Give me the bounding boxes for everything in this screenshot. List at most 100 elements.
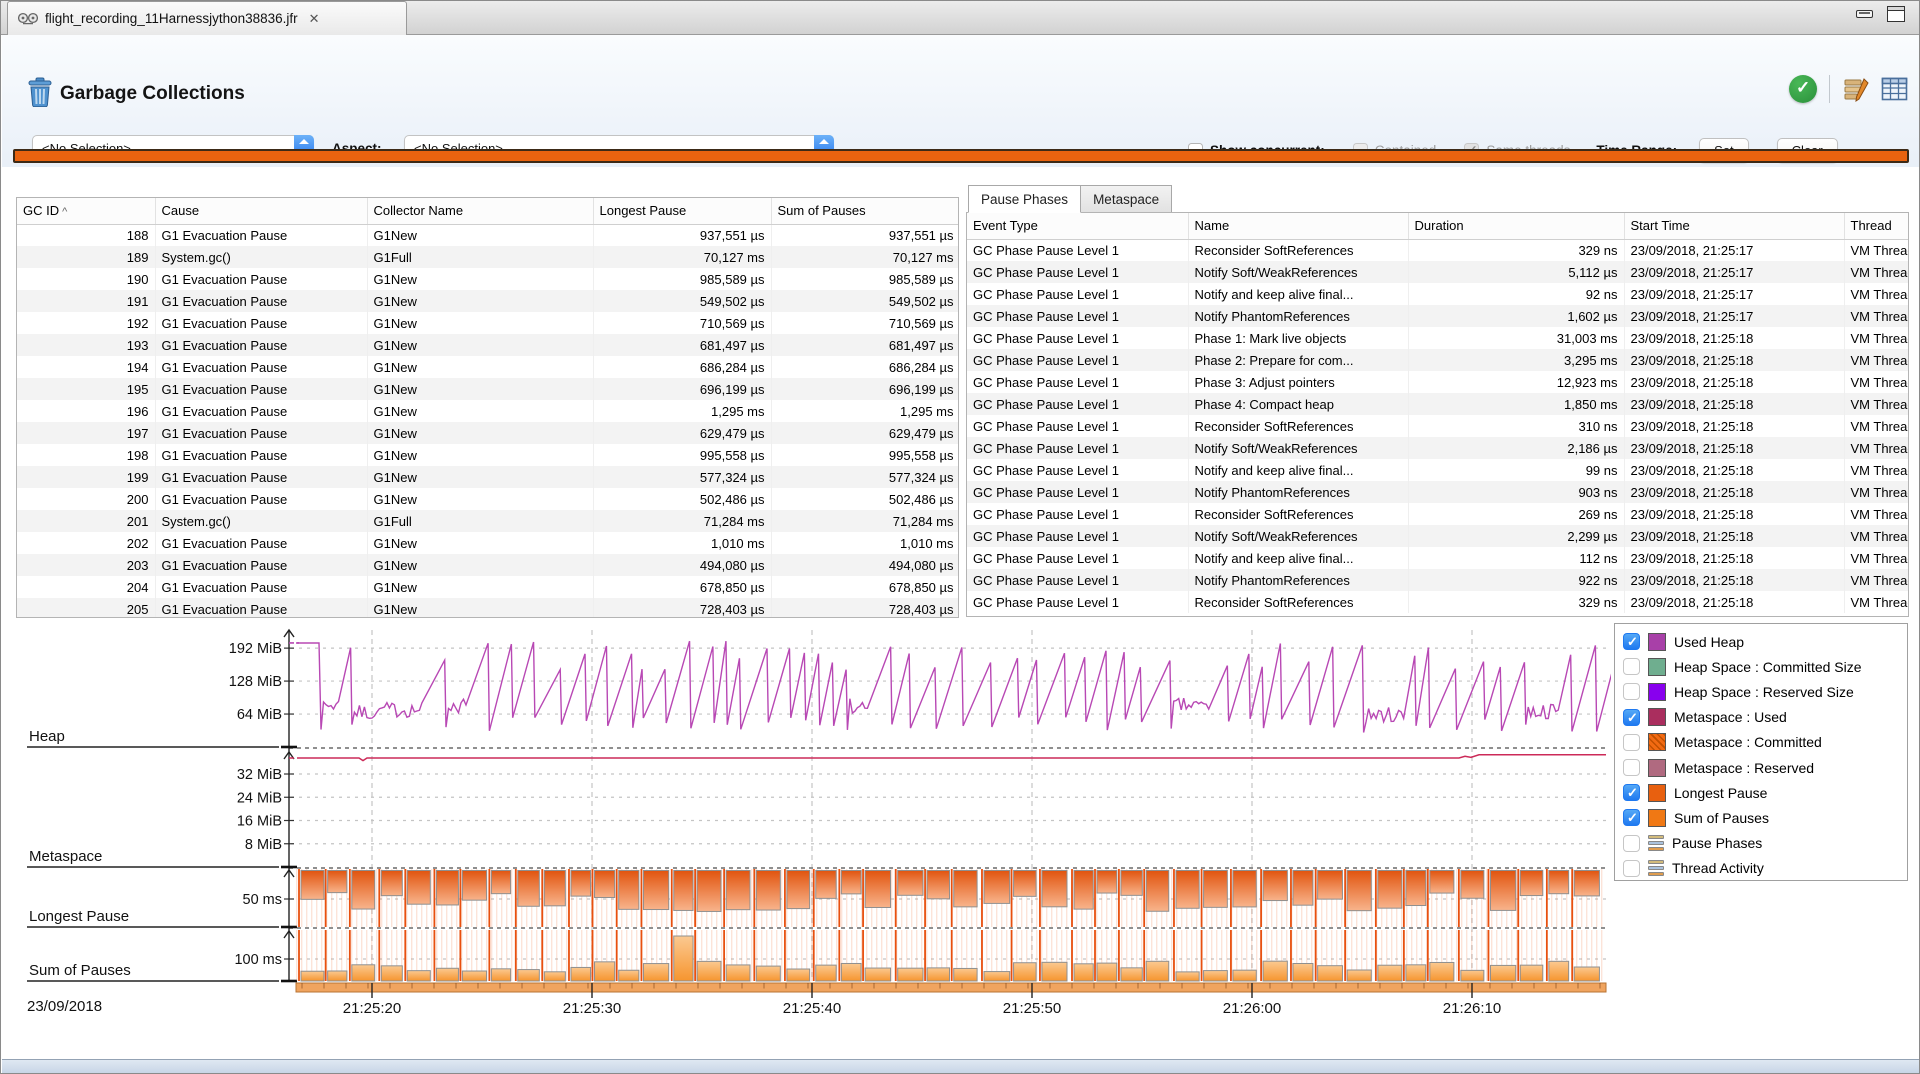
cell: VM Thread [1844,547,1909,569]
unchecked-checkbox[interactable] [1623,683,1640,700]
table-settings-icon[interactable] [1881,77,1908,101]
table-row[interactable]: 197G1 Evacuation PauseG1New629,479 µs629… [17,422,959,444]
gc-timeline-chart[interactable]: 192 MiB128 MiB64 MiB32 MiB24 MiB16 MiB8 … [1,616,1611,1036]
minimize-button[interactable] [1856,10,1873,18]
cell: 937,551 µs [771,224,959,246]
tab-metaspace[interactable]: Metaspace [1081,185,1172,213]
column-header[interactable]: Longest Pause [593,198,771,224]
cell: 329 ns [1408,239,1624,261]
recording-tab[interactable]: flight_recording_11Harnessjython38836.jf… [7,1,407,35]
table-row[interactable]: GC Phase Pause Level 1Notify and keep al… [967,459,1909,481]
cell: VM Thread [1844,239,1909,261]
cell: 577,324 µs [593,466,771,488]
gc-table-header[interactable]: GC ID^CauseCollector NameLongest PauseSu… [17,198,959,224]
cell: G1 Evacuation Pause [155,598,367,618]
table-row[interactable]: GC Phase Pause Level 1Reconsider SoftRef… [967,415,1909,437]
table-row[interactable]: 193G1 Evacuation PauseG1New681,497 µs681… [17,334,959,356]
legend-label: Pause Phases [1672,835,1762,851]
cell: VM Thread [1844,459,1909,481]
table-row[interactable]: 192G1 Evacuation PauseG1New710,569 µs710… [17,312,959,334]
svg-text:21:26:00: 21:26:00 [1223,1000,1281,1017]
table-row[interactable]: GC Phase Pause Level 1Notify PhantomRefe… [967,481,1909,503]
table-row[interactable]: 191G1 Evacuation PauseG1New549,502 µs549… [17,290,959,312]
legend-item[interactable]: Metaspace : Committed [1623,730,1907,755]
column-header[interactable]: Collector Name [367,198,593,224]
table-row[interactable]: GC Phase Pause Level 1Notify Soft/WeakRe… [967,261,1909,283]
checked-checkbox[interactable] [1623,784,1640,801]
table-row[interactable]: GC Phase Pause Level 1Notify PhantomRefe… [967,569,1909,591]
column-header[interactable]: Event Type [967,213,1188,239]
phases-table[interactable]: Event TypeNameDurationStart TimeThread G… [967,213,1909,613]
legend-item[interactable]: Used Heap [1623,629,1907,654]
column-header[interactable]: Cause [155,198,367,224]
unchecked-checkbox[interactable] [1623,658,1640,675]
sum-of-pauses-bar [927,968,949,981]
column-header[interactable]: Thread [1844,213,1909,239]
cell: 23/09/2018, 21:25:18 [1624,349,1844,371]
table-row[interactable]: GC Phase Pause Level 1Notify and keep al… [967,283,1909,305]
column-header[interactable]: Duration [1408,213,1624,239]
legend-item[interactable]: Pause Phases [1623,831,1907,856]
table-row[interactable]: GC Phase Pause Level 1Reconsider SoftRef… [967,239,1909,261]
table-row[interactable]: GC Phase Pause Level 1Notify Soft/WeakRe… [967,437,1909,459]
table-row[interactable]: 189System.gc()G1Full70,127 ms70,127 ms [17,246,959,268]
svg-text:100 ms: 100 ms [234,952,282,968]
sum-of-pauses-bar [436,968,458,981]
cell: VM Thread [1844,437,1909,459]
table-row[interactable]: 194G1 Evacuation PauseG1New686,284 µs686… [17,356,959,378]
legend-item[interactable]: Metaspace : Reserved [1623,755,1907,780]
checked-checkbox[interactable] [1623,633,1640,650]
cell: 23/09/2018, 21:25:17 [1624,239,1844,261]
time-range-indicator-bar[interactable] [13,149,1909,163]
table-row[interactable]: GC Phase Pause Level 1Phase 1: Mark live… [967,327,1909,349]
result-ok-icon[interactable] [1789,75,1817,103]
table-row[interactable]: 200G1 Evacuation PauseG1New502,486 µs502… [17,488,959,510]
legend-item[interactable]: Sum of Pauses [1623,805,1907,830]
legend-item[interactable]: Thread Activity [1623,856,1907,881]
unchecked-checkbox[interactable] [1623,734,1640,751]
legend-item[interactable]: Metaspace : Used [1623,705,1907,730]
table-row[interactable]: 203G1 Evacuation PauseG1New494,080 µs494… [17,554,959,576]
column-header[interactable]: Name [1188,213,1408,239]
unchecked-checkbox[interactable] [1623,860,1640,877]
table-row[interactable]: 204G1 Evacuation PauseG1New678,850 µs678… [17,576,959,598]
table-row[interactable]: GC Phase Pause Level 1Notify and keep al… [967,547,1909,569]
table-row[interactable]: 195G1 Evacuation PauseG1New696,199 µs696… [17,378,959,400]
edit-rules-icon[interactable] [1842,76,1869,103]
column-header[interactable]: Start Time [1624,213,1844,239]
tab-close-icon[interactable]: ✕ [309,11,320,27]
cell: Reconsider SoftReferences [1188,415,1408,437]
sum-of-pauses-bar [697,961,721,981]
legend-item[interactable]: Heap Space : Reserved Size [1623,679,1907,704]
gc-table[interactable]: GC ID^CauseCollector NameLongest PauseSu… [17,198,959,618]
table-row[interactable]: 190G1 Evacuation PauseG1New985,589 µs985… [17,268,959,290]
table-row[interactable]: GC Phase Pause Level 1Phase 2: Prepare f… [967,349,1909,371]
unchecked-checkbox[interactable] [1623,835,1640,852]
table-row[interactable]: GC Phase Pause Level 1Reconsider SoftRef… [967,503,1909,525]
table-row[interactable]: 199G1 Evacuation PauseG1New577,324 µs577… [17,466,959,488]
legend-item[interactable]: Heap Space : Committed Size [1623,654,1907,679]
phases-table-header[interactable]: Event TypeNameDurationStart TimeThread [967,213,1909,239]
legend-item[interactable]: Longest Pause [1623,780,1907,805]
maximize-button[interactable] [1887,6,1905,22]
table-row[interactable]: 202G1 Evacuation PauseG1New1,010 ms1,010… [17,532,959,554]
table-row[interactable]: 198G1 Evacuation PauseG1New995,558 µs995… [17,444,959,466]
longest-pause-bar [1549,871,1569,894]
table-row[interactable]: GC Phase Pause Level 1Reconsider SoftRef… [967,591,1909,613]
cell: Notify PhantomReferences [1188,481,1408,503]
table-row[interactable]: GC Phase Pause Level 1Notify PhantomRefe… [967,305,1909,327]
tab-pause-phases[interactable]: Pause Phases [968,185,1081,213]
unchecked-checkbox[interactable] [1623,759,1640,776]
checked-checkbox[interactable] [1623,809,1640,826]
table-row[interactable]: 205G1 Evacuation PauseG1New728,403 µs728… [17,598,959,618]
table-row[interactable]: GC Phase Pause Level 1Notify Soft/WeakRe… [967,525,1909,547]
column-header[interactable]: GC ID^ [17,198,155,224]
table-row[interactable]: 196G1 Evacuation PauseG1New1,295 ms1,295… [17,400,959,422]
table-row[interactable]: 201System.gc()G1Full71,284 ms71,284 ms [17,510,959,532]
cell: 200 [17,488,155,510]
table-row[interactable]: GC Phase Pause Level 1Phase 3: Adjust po… [967,371,1909,393]
table-row[interactable]: GC Phase Pause Level 1Phase 4: Compact h… [967,393,1909,415]
checked-checkbox[interactable] [1623,709,1640,726]
column-header[interactable]: Sum of Pauses [771,198,959,224]
table-row[interactable]: 188G1 Evacuation PauseG1New937,551 µs937… [17,224,959,246]
